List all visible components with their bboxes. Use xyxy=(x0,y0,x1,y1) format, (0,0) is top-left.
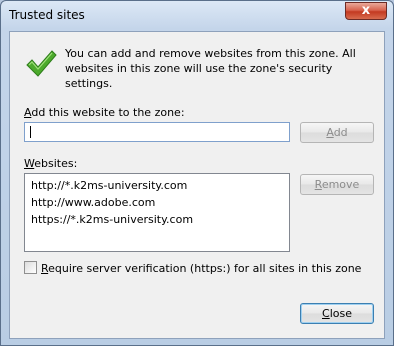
require-https-checkbox[interactable] xyxy=(24,261,37,274)
remove-button[interactable]: Remove xyxy=(300,174,374,195)
window-title: Trusted sites xyxy=(9,8,85,22)
trusted-sites-window: Trusted sites x You can add and remove w… xyxy=(0,0,394,346)
add-button[interactable]: Add xyxy=(300,122,374,143)
title-bar[interactable]: Trusted sites x xyxy=(1,1,393,31)
list-item[interactable]: http://www.adobe.com xyxy=(31,194,289,211)
list-item[interactable]: http://*.k2ms-university.com xyxy=(31,177,289,194)
close-button[interactable]: Close xyxy=(300,303,374,324)
info-message: You can add and remove websites from thi… xyxy=(65,47,356,90)
add-website-input[interactable] xyxy=(24,122,290,142)
websites-label: Websites: xyxy=(24,157,78,170)
window-close-button[interactable]: x xyxy=(345,2,387,20)
text-caret xyxy=(30,126,31,138)
add-website-label: Add this website to the zone: xyxy=(24,106,185,119)
list-item[interactable]: https://*.k2ms-university.com xyxy=(31,211,289,228)
close-icon: x xyxy=(361,3,371,18)
checkmark-icon xyxy=(26,50,57,77)
websites-list[interactable]: http://*.k2ms-university.com http://www.… xyxy=(24,173,290,252)
dialog-body: You can add and remove websites from thi… xyxy=(9,31,385,339)
require-https-label[interactable]: Require server verification (https:) for… xyxy=(41,262,361,275)
